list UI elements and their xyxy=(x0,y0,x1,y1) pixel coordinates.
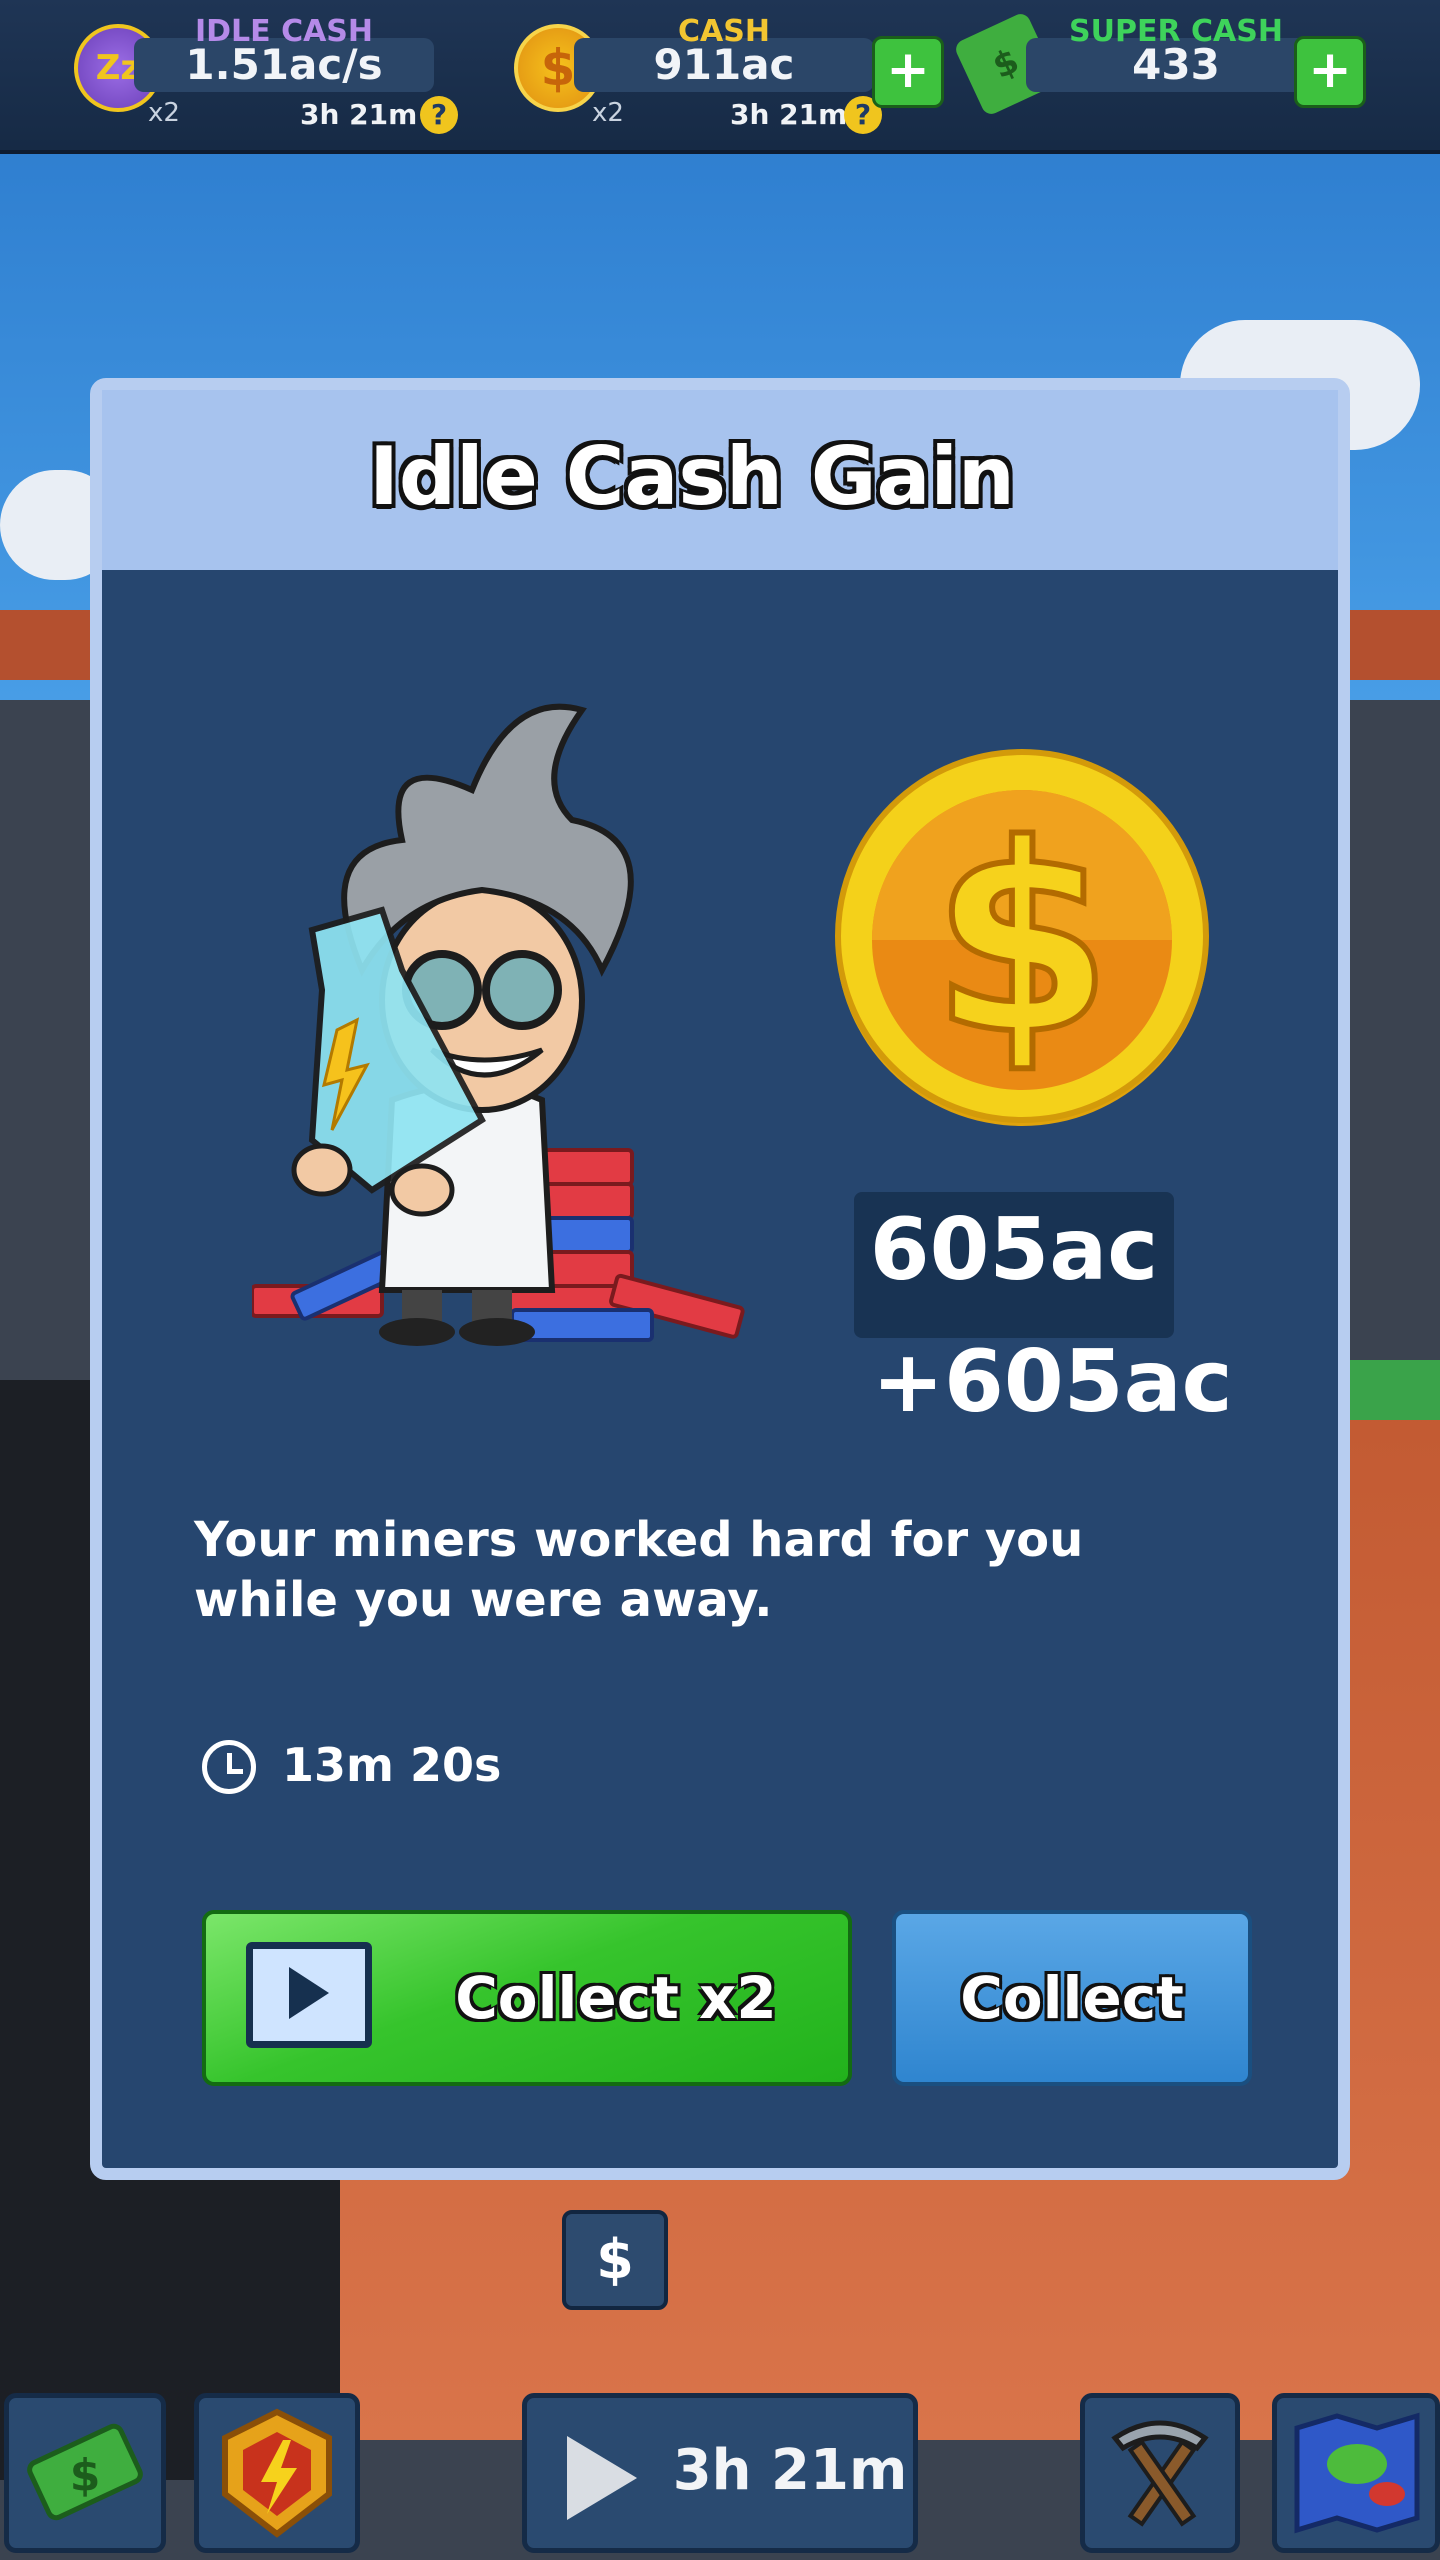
pickaxe-icon xyxy=(1111,2420,1209,2527)
tools-button[interactable] xyxy=(1080,2393,1240,2553)
idle-cash-multiplier: x2 xyxy=(148,98,180,128)
building-roof xyxy=(1340,610,1440,680)
boost-shield-button[interactable] xyxy=(194,2393,360,2553)
super-cash-value: 433 xyxy=(1132,40,1220,89)
video-icon xyxy=(246,1942,372,2048)
dialog-message: Your miners worked hard for you while yo… xyxy=(194,1512,1084,1628)
bottom-toolbar: $ 3h 21m xyxy=(0,2385,1440,2560)
shield-lightning-icon xyxy=(222,2408,332,2538)
idle-cash-gain-dialog: Idle Cash Gain $ 605ac +605ac Your miner… xyxy=(90,378,1350,2180)
cash-value: 911ac xyxy=(653,40,795,89)
help-icon[interactable]: ? xyxy=(420,96,458,134)
boost-timer-button[interactable]: 3h 21m xyxy=(522,2393,918,2553)
cash-coin-icon: $ xyxy=(835,749,1209,1126)
building-roof xyxy=(0,610,100,680)
cash-gain: +605ac xyxy=(872,1332,1233,1432)
collect-button[interactable]: Collect xyxy=(892,1910,1252,2086)
super-cash-icon: $ xyxy=(27,2423,143,2521)
collect-x2-label: Collect x2 xyxy=(455,1964,777,2032)
svg-text:$: $ xyxy=(70,2450,101,2501)
cash-amount: 605ac xyxy=(869,1200,1159,1300)
cash-multiplier: x2 xyxy=(592,98,624,128)
cash-panel: $ CASH 911ac x2 3h 21m ? + xyxy=(514,14,954,134)
map-icon xyxy=(1294,2412,1420,2534)
add-super-cash-button[interactable]: + xyxy=(1294,36,1366,108)
map-button[interactable] xyxy=(1272,2393,1440,2553)
scientist-character xyxy=(252,703,745,1346)
away-duration: 13m 20s xyxy=(282,1738,502,1792)
shop-button[interactable]: $ xyxy=(4,2393,166,2553)
top-hud: Zz IDLE CASH 1.51ac/s x2 3h 21m ? $ CASH… xyxy=(0,0,1440,154)
collect-label: Collect xyxy=(960,1964,1184,2032)
withdraw-icon[interactable]: $ xyxy=(562,2210,668,2310)
collect-x2-button[interactable]: Collect x2 xyxy=(202,1910,852,2086)
cash-timer: 3h 21m xyxy=(730,98,848,131)
idle-cash-value: 1.51ac/s xyxy=(185,40,383,89)
dialog-title: Idle Cash Gain xyxy=(369,430,1015,523)
add-cash-button[interactable]: + xyxy=(872,36,944,108)
idle-cash-timer: 3h 21m xyxy=(300,98,418,131)
idle-cash-panel: Zz IDLE CASH 1.51ac/s x2 3h 21m ? xyxy=(74,14,474,134)
svg-text:$: $ xyxy=(932,790,1113,1092)
boost-timer: 3h 21m xyxy=(672,2438,908,2503)
clock-icon xyxy=(202,1740,256,1794)
super-cash-panel: $ SUPER CASH 433 + xyxy=(952,10,1376,134)
